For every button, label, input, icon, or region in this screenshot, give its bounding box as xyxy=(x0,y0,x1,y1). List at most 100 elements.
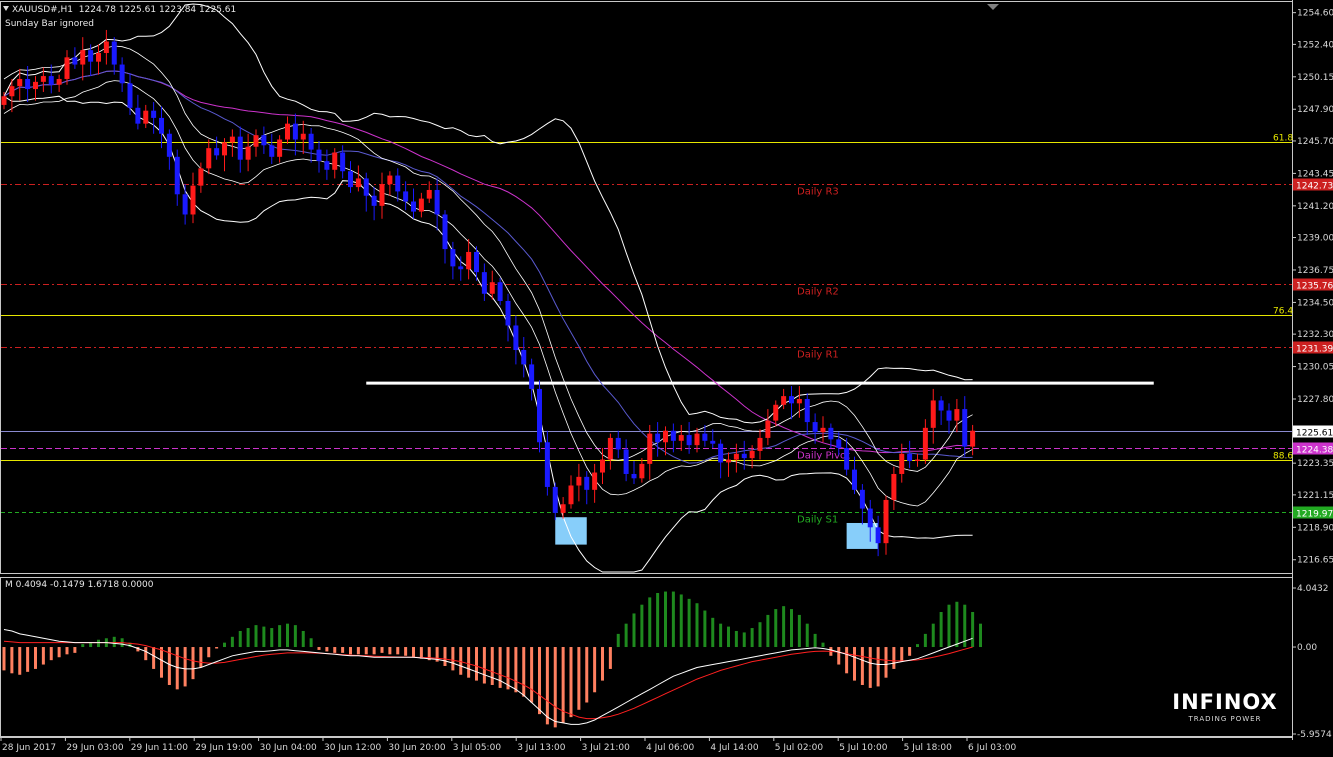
candle[interactable] xyxy=(418,198,424,212)
candle[interactable] xyxy=(537,388,542,443)
candle[interactable] xyxy=(670,430,676,441)
candle[interactable] xyxy=(363,178,369,196)
candle[interactable] xyxy=(623,449,629,474)
candle[interactable] xyxy=(190,185,196,215)
candle[interactable] xyxy=(245,146,251,160)
candle[interactable] xyxy=(40,76,46,82)
candle[interactable] xyxy=(915,459,920,461)
candle[interactable] xyxy=(804,399,810,423)
candle[interactable] xyxy=(497,282,503,301)
candle[interactable] xyxy=(907,453,913,461)
candle[interactable] xyxy=(214,148,220,156)
candle[interactable] xyxy=(852,469,857,490)
candle[interactable] xyxy=(820,427,826,433)
candle[interactable] xyxy=(828,427,834,440)
candle[interactable] xyxy=(450,249,456,267)
candle[interactable] xyxy=(726,459,731,463)
candle[interactable] xyxy=(48,76,54,85)
candle[interactable] xyxy=(891,473,897,500)
candle[interactable] xyxy=(237,136,243,160)
candle[interactable] xyxy=(96,53,101,62)
candle[interactable] xyxy=(529,364,535,389)
candle[interactable] xyxy=(56,78,62,85)
candle[interactable] xyxy=(387,175,393,185)
candle[interactable] xyxy=(922,427,928,460)
candle[interactable] xyxy=(686,435,692,446)
candle[interactable] xyxy=(25,78,31,90)
candle[interactable] xyxy=(592,472,598,490)
candle[interactable] xyxy=(340,152,346,172)
candle[interactable] xyxy=(159,117,164,134)
candle[interactable] xyxy=(970,430,976,447)
candle[interactable] xyxy=(474,251,479,273)
candle[interactable] xyxy=(489,282,495,294)
candle[interactable] xyxy=(174,156,180,195)
candle[interactable] xyxy=(859,489,865,509)
candle[interactable] xyxy=(72,57,78,65)
chart-canvas[interactable]: Daily R3 Daily R2 Daily R1 Daily Pivot Daily… xyxy=(0,0,1333,757)
candle[interactable] xyxy=(552,486,558,513)
candle[interactable] xyxy=(899,453,905,474)
candle[interactable] xyxy=(568,485,574,505)
candle[interactable] xyxy=(702,433,708,441)
candle[interactable] xyxy=(962,409,968,447)
candle[interactable] xyxy=(773,404,779,421)
candle[interactable] xyxy=(348,171,353,188)
candle[interactable] xyxy=(64,57,70,79)
candle[interactable] xyxy=(222,142,227,156)
candle[interactable] xyxy=(836,439,842,449)
candle[interactable] xyxy=(678,435,684,441)
candle[interactable] xyxy=(544,442,550,487)
candle[interactable] xyxy=(576,476,582,486)
candle[interactable] xyxy=(285,123,290,140)
candle[interactable] xyxy=(119,64,125,84)
candle[interactable] xyxy=(198,168,204,186)
candle[interactable] xyxy=(277,139,283,157)
candle[interactable] xyxy=(9,86,15,97)
candle[interactable] xyxy=(607,437,613,460)
candle[interactable] xyxy=(513,325,519,350)
candle[interactable] xyxy=(521,349,527,365)
candle[interactable] xyxy=(80,50,86,65)
candle[interactable] xyxy=(33,81,38,90)
candle[interactable] xyxy=(757,437,763,451)
candle[interactable] xyxy=(505,300,511,326)
candle[interactable] xyxy=(615,437,621,450)
candle[interactable] xyxy=(229,136,235,143)
candle[interactable] xyxy=(269,145,275,157)
candle[interactable] xyxy=(600,459,605,473)
candle[interactable] xyxy=(930,400,936,428)
candle[interactable] xyxy=(261,135,267,146)
candle[interactable] xyxy=(324,161,330,170)
candle[interactable] xyxy=(749,450,755,459)
candle[interactable] xyxy=(875,527,881,544)
candle[interactable] xyxy=(17,78,23,87)
candle[interactable] xyxy=(481,272,487,294)
candle[interactable] xyxy=(718,443,724,463)
candle[interactable] xyxy=(796,399,802,404)
candle[interactable] xyxy=(143,110,149,124)
candle[interactable] xyxy=(647,433,653,464)
candle[interactable] xyxy=(379,184,385,206)
candle[interactable] xyxy=(442,214,448,250)
candle[interactable] xyxy=(308,133,314,150)
candle[interactable] xyxy=(135,107,141,124)
candle[interactable] xyxy=(694,433,700,446)
candle[interactable] xyxy=(300,133,306,140)
candle[interactable] xyxy=(316,149,322,162)
candle[interactable] xyxy=(741,453,747,459)
candle[interactable] xyxy=(332,152,338,170)
candle[interactable] xyxy=(781,396,787,405)
candle[interactable] xyxy=(1,96,7,105)
candle[interactable] xyxy=(458,266,464,270)
candle[interactable] xyxy=(166,133,172,157)
candle[interactable] xyxy=(466,251,472,270)
candle[interactable] xyxy=(954,409,960,421)
candle[interactable] xyxy=(639,463,645,479)
candle[interactable] xyxy=(292,123,298,140)
candle[interactable] xyxy=(631,473,637,479)
candle[interactable] xyxy=(883,499,889,544)
candle[interactable] xyxy=(371,195,377,206)
candle[interactable] xyxy=(946,410,952,421)
candle[interactable] xyxy=(395,175,401,192)
